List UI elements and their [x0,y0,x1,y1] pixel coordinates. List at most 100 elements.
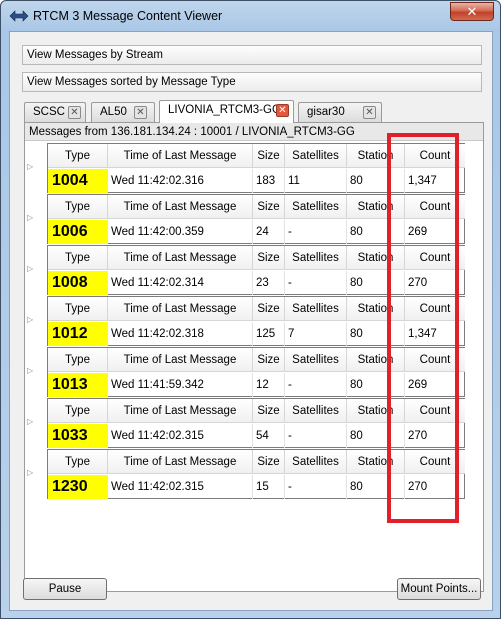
header-size[interactable]: Size [253,246,285,270]
tab-gisar30[interactable]: gisar30 ✕ [298,102,382,122]
message-type-value: 1006 [48,220,108,244]
header-type[interactable]: Type [48,450,108,474]
header-time[interactable]: Time of Last Message [108,144,253,168]
tab-label: AL50 [100,106,127,118]
header-station[interactable]: Station [347,399,405,423]
tab-al50[interactable]: AL50 ✕ [91,102,155,122]
header-satellites[interactable]: Satellites [285,297,347,321]
message-row: ▷ Type Time of Last Message Size Satelli… [25,245,465,295]
header-count[interactable]: Count [405,144,465,168]
count-value: 270 [408,481,428,493]
header-station[interactable]: Station [347,297,405,321]
count-value: 269 [408,226,428,238]
title-bar[interactable]: RTCM 3 Message Content Viewer ✕ [1,1,500,31]
message-table: Type Time of Last Message Size Satellite… [47,194,465,244]
stream-header: Messages from 136.181.134.24 : 10001 / L… [25,123,483,141]
expand-arrow-icon[interactable]: ▷ [27,213,34,222]
size-value: 125 [253,322,285,346]
header-satellites[interactable]: Satellites [285,144,347,168]
header-type[interactable]: Type [48,144,108,168]
station-value: 80 [347,424,405,448]
close-tab-icon[interactable]: ✕ [134,106,147,119]
header-satellites[interactable]: Satellites [285,348,347,372]
message-row: ▷ Type Time of Last Message Size Satelli… [25,347,465,397]
header-station[interactable]: Station [347,144,405,168]
message-type-value: 1012 [48,322,108,346]
message-table: Type Time of Last Message Size Satellite… [47,398,465,448]
header-station[interactable]: Station [347,348,405,372]
header-station[interactable]: Station [347,195,405,219]
count-value: 1,347 [408,328,437,340]
header-satellites[interactable]: Satellites [285,246,347,270]
header-time[interactable]: Time of Last Message [108,399,253,423]
message-row: ▷ Type Time of Last Message Size Satelli… [25,398,465,448]
header-count[interactable]: Count [405,297,465,321]
header-time[interactable]: Time of Last Message [108,348,253,372]
header-time[interactable]: Time of Last Message [108,195,253,219]
header-count[interactable]: Count [405,348,465,372]
time-value: Wed 11:42:02.315 [108,424,253,448]
header-satellites[interactable]: Satellites [285,450,347,474]
header-time[interactable]: Time of Last Message [108,297,253,321]
view-by-type-bar[interactable]: View Messages sorted by Message Type [22,72,482,92]
header-size[interactable]: Size [253,297,285,321]
header-type[interactable]: Type [48,246,108,270]
header-type[interactable]: Type [48,297,108,321]
view-by-stream-bar[interactable]: View Messages by Stream [22,45,482,65]
count-value: 269 [408,379,428,391]
header-count[interactable]: Count [405,450,465,474]
size-value: 183 [253,169,285,193]
header-time[interactable]: Time of Last Message [108,246,253,270]
tab-livonia[interactable]: LIVONIA_RTCM3-GG ✕ [159,100,294,123]
header-size[interactable]: Size [253,348,285,372]
close-window-button[interactable]: ✕ [450,2,494,21]
pause-button[interactable]: Pause [23,578,107,600]
size-value: 23 [253,271,285,295]
mount-points-button[interactable]: Mount Points... [397,578,481,600]
header-satellites[interactable]: Satellites [285,399,347,423]
message-type-value: 1008 [48,271,108,295]
close-tab-icon[interactable]: ✕ [276,104,289,117]
tab-scsc[interactable]: SCSC ✕ [24,102,86,122]
message-table: Type Time of Last Message Size Satellite… [47,296,465,346]
close-tab-icon[interactable]: ✕ [68,106,81,119]
message-row: ▷ Type Time of Last Message Size Satelli… [25,296,465,346]
expand-arrow-icon[interactable]: ▷ [27,162,34,171]
size-value: 15 [253,475,285,499]
header-station[interactable]: Station [347,246,405,270]
satellites-value: - [285,373,347,397]
header-type[interactable]: Type [48,195,108,219]
header-size[interactable]: Size [253,450,285,474]
header-station[interactable]: Station [347,450,405,474]
count-value: 270 [408,430,428,442]
header-count[interactable]: Count [405,246,465,270]
header-type[interactable]: Type [48,348,108,372]
header-size[interactable]: Size [253,399,285,423]
header-count[interactable]: Count [405,399,465,423]
time-value: Wed 11:42:02.315 [108,475,253,499]
station-value: 80 [347,475,405,499]
tab-label: SCSC [33,106,65,118]
expand-arrow-icon[interactable]: ▷ [27,366,34,375]
station-value: 80 [347,220,405,244]
count-value: 270 [408,277,428,289]
station-value: 80 [347,271,405,295]
expand-arrow-icon[interactable]: ▷ [27,264,34,273]
expand-arrow-icon[interactable]: ▷ [27,468,34,477]
header-type[interactable]: Type [48,399,108,423]
station-value: 80 [347,169,405,193]
header-satellites[interactable]: Satellites [285,195,347,219]
expand-arrow-icon[interactable]: ▷ [27,315,34,324]
satellites-value: 11 [285,169,347,193]
size-value: 24 [253,220,285,244]
header-count[interactable]: Count [405,195,465,219]
message-table: Type Time of Last Message Size Satellite… [47,347,465,397]
header-size[interactable]: Size [253,144,285,168]
size-value: 12 [253,373,285,397]
header-size[interactable]: Size [253,195,285,219]
message-type-value: 1013 [48,373,108,397]
time-value: Wed 11:41:59.342 [108,373,253,397]
header-time[interactable]: Time of Last Message [108,450,253,474]
expand-arrow-icon[interactable]: ▷ [27,417,34,426]
close-tab-icon[interactable]: ✕ [363,106,376,119]
